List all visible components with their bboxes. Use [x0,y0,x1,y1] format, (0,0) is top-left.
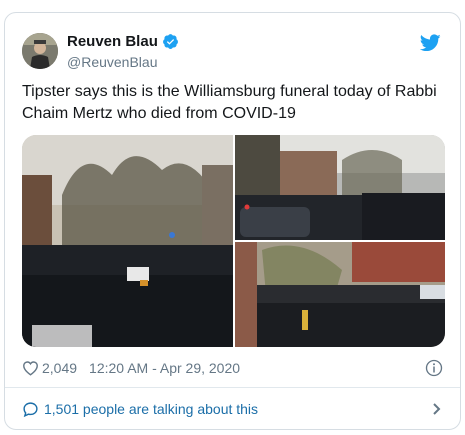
chevron-right-icon[interactable] [429,402,443,416]
like-count[interactable]: 2,049 [42,360,77,376]
author-avatar[interactable] [22,33,58,69]
info-icon[interactable] [425,359,443,377]
tweet-meta: 2,049 12:20 AM - Apr 29, 2020 [22,357,443,379]
twitter-bird-icon[interactable] [420,34,441,52]
author-name-row[interactable]: Reuven Blau [67,33,179,50]
media-photo-3[interactable] [235,242,445,347]
tweet-text: Tipster says this is the Williamsburg fu… [22,83,437,122]
author-display-name[interactable]: Reuven Blau [67,33,158,50]
verified-badge-icon [162,34,178,49]
conversation-link[interactable]: 1,501 people are talking about this [22,395,443,423]
footer-divider [5,387,460,388]
author-handle[interactable]: @ReuvenBlau [67,54,158,70]
speech-bubble-icon [23,401,38,417]
tweet-timestamp[interactable]: 12:20 AM - Apr 29, 2020 [89,360,240,376]
heart-icon[interactable] [22,360,39,376]
media-grid[interactable] [22,135,445,347]
conversation-label[interactable]: 1,501 people are talking about this [44,401,258,417]
tweet-card[interactable]: Reuven Blau @ReuvenBlau Tipster says thi… [4,12,461,430]
media-photo-1[interactable] [22,135,233,347]
media-photo-2[interactable] [235,135,445,240]
